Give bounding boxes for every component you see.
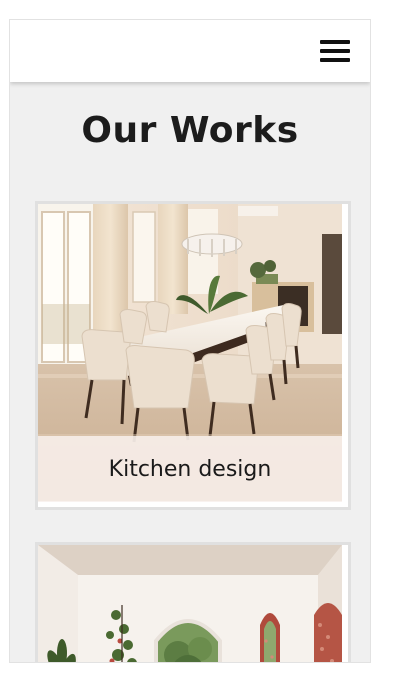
top-navigation-bar <box>10 20 370 82</box>
work-caption: Kitchen design <box>38 436 342 502</box>
hamburger-menu-icon[interactable] <box>320 40 350 64</box>
menu-line <box>320 58 350 62</box>
menu-line <box>320 49 350 53</box>
work-card-arched-interior[interactable] <box>35 542 351 662</box>
menu-line <box>320 40 350 44</box>
page-title: Our Works <box>81 110 299 151</box>
work-card-kitchen-design[interactable]: Kitchen design <box>35 201 351 510</box>
mobile-viewport: Our Works Kitchen design <box>10 20 370 662</box>
arched-interior-photo <box>38 545 342 662</box>
